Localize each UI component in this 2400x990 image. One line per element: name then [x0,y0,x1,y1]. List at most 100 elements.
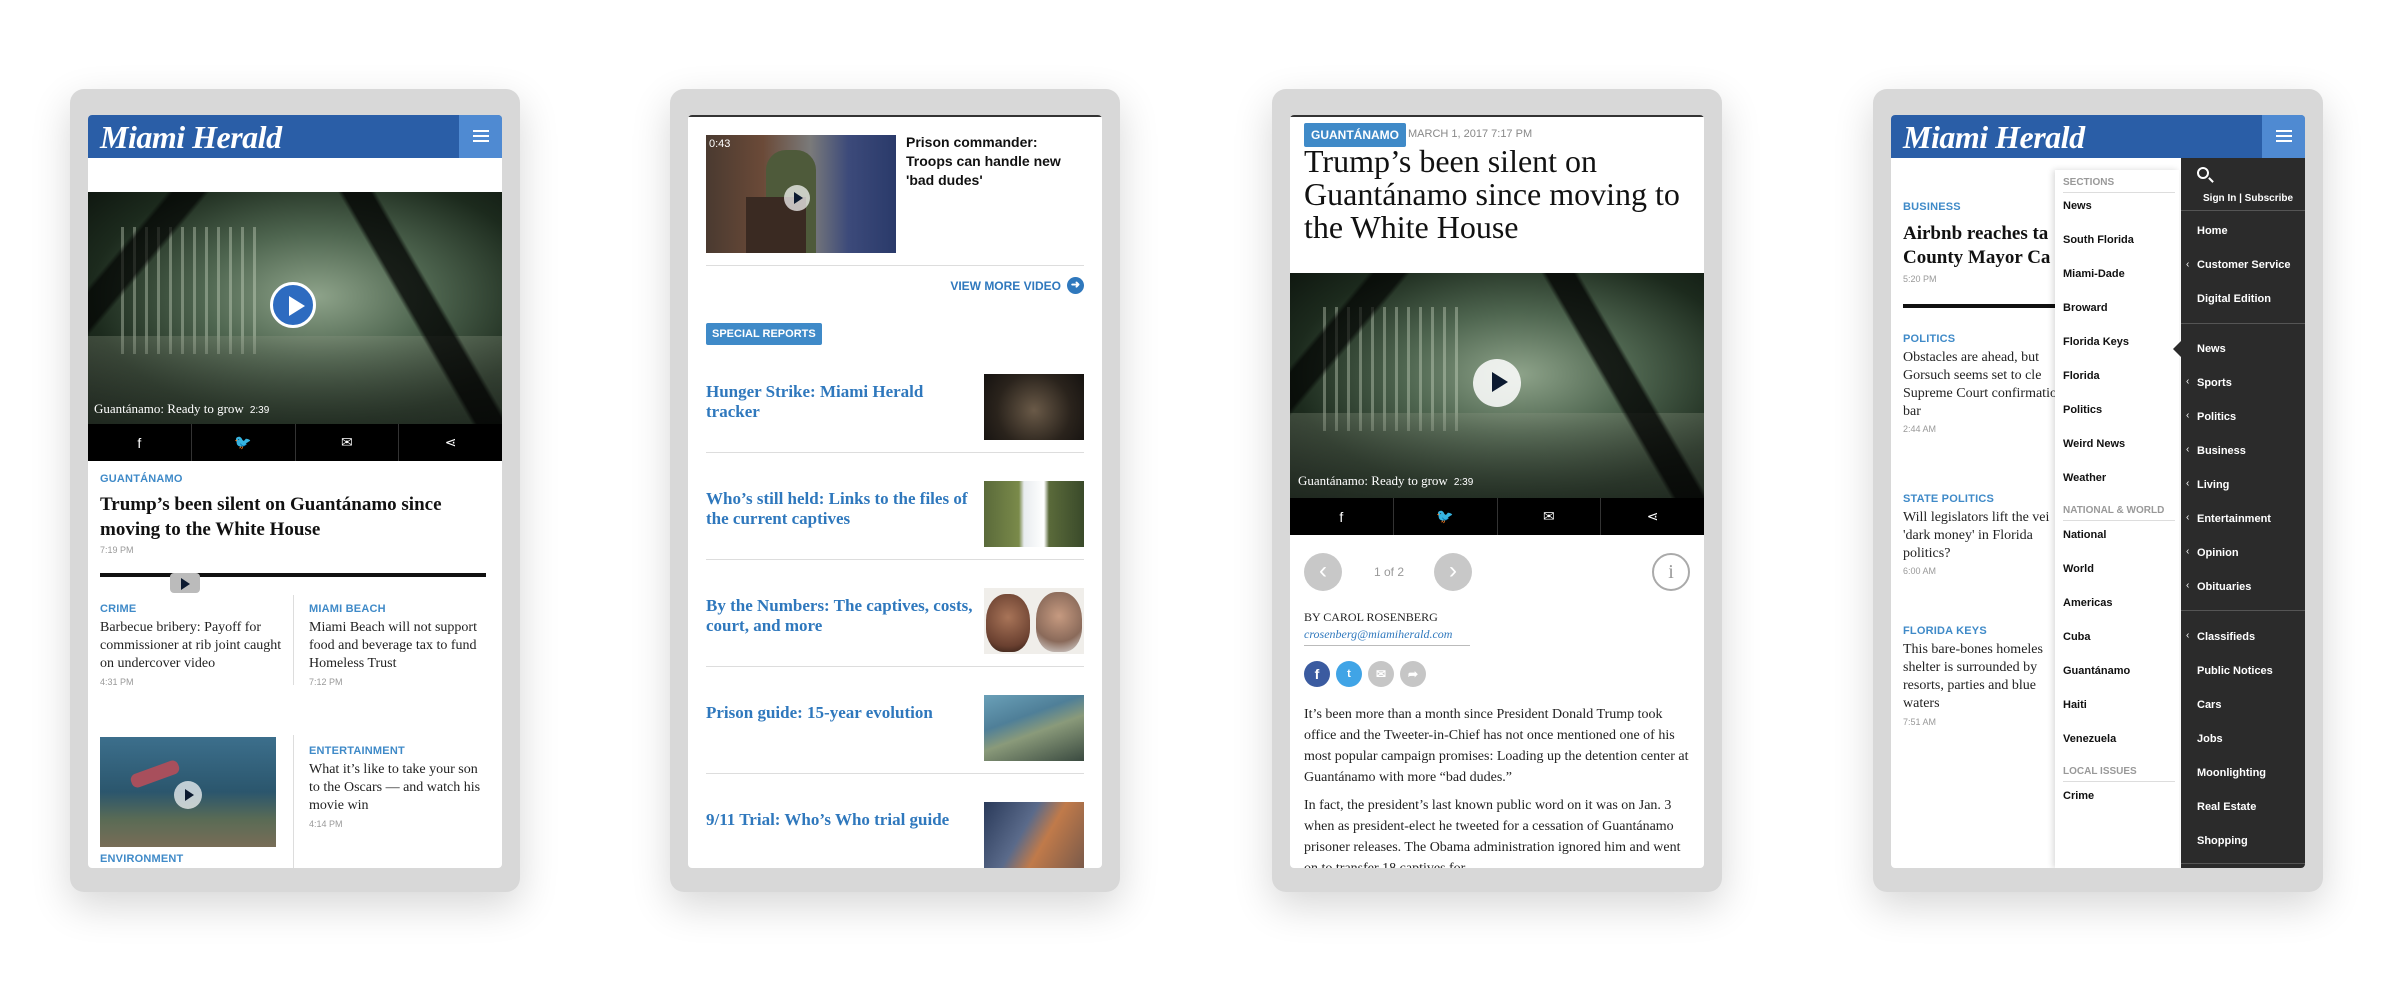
section-link-national[interactable]: National [2063,529,2106,541]
facebook-icon[interactable]: f [88,424,192,461]
story-crime[interactable]: Barbecue bribery: Payoff for commissione… [100,619,285,673]
section-link-cuba[interactable]: Cuba [2063,631,2091,643]
report-hunger-strike[interactable]: Hunger Strike: Miami Herald tracker [706,382,976,422]
section-link-guantanamo[interactable]: Guantánamo [2063,665,2130,677]
section-link-crime[interactable]: Crime [2063,790,2094,802]
section-link-americas[interactable]: Americas [2063,597,2113,609]
report-prison-guide[interactable]: Prison guide: 15-year evolution [706,703,976,723]
story-entertainment-time: 4:14 PM [309,819,343,829]
section-link-politics[interactable]: Politics [2063,404,2102,416]
nav-link-jobs[interactable]: Jobs [2197,733,2223,745]
nav-link-customer-service[interactable]: Customer Service [2197,259,2291,271]
report-whos-still-held[interactable]: Who’s still held: Links to the files of … [706,489,976,529]
view-more-video-link[interactable]: VIEW MORE VIDEO ➜ [950,277,1084,294]
site-logo[interactable]: Miami Herald [100,119,282,156]
sign-in-subscribe-link[interactable]: Sign In | Subscribe [2203,193,2293,204]
story-kicker-environment[interactable]: ENVIRONMENT [100,853,183,865]
video-title-commander[interactable]: Prison commander: Troops can handle new … [906,133,1086,190]
story-kicker-entertainment[interactable]: ENTERTAINMENT [309,745,405,757]
section-link-florida[interactable]: Florida [2063,370,2100,382]
story-entertainment[interactable]: What it’s like to take your son to the O… [309,761,489,815]
nav-link-entertainment[interactable]: Entertainment [2197,513,2271,525]
lead-video[interactable]: Guantánamo: Ready to grow 2:39 [88,192,502,424]
report-by-the-numbers[interactable]: By the Numbers: The captives, costs, cou… [706,596,976,636]
section-link-miami-dade[interactable]: Miami-Dade [2063,268,2125,280]
nav-link-business[interactable]: Business [2197,445,2246,457]
story-kicker-business[interactable]: BUSINESS [1903,201,1961,213]
story-kicker-politics[interactable]: POLITICS [1903,333,1955,345]
section-link-south-florida[interactable]: South Florida [2063,234,2134,246]
share-icon[interactable]: ➦ [1400,661,1426,687]
twitter-icon[interactable]: t [1336,661,1362,687]
section-link-world[interactable]: World [2063,563,2094,575]
story-thumb-diver[interactable] [100,737,276,847]
video-thumb-commander[interactable]: 0:43 [706,135,896,253]
article-video[interactable]: Guantánamo: Ready to grow 2:39 [1290,273,1704,498]
facebook-icon[interactable]: f [1304,661,1330,687]
nav-link-shopping[interactable]: Shopping [2197,835,2248,847]
twitter-icon[interactable]: 🐦 [192,424,296,461]
menu-button[interactable] [2262,115,2305,158]
section-link-weird-news[interactable]: Weird News [2063,438,2125,450]
twitter-icon[interactable]: 🐦 [1394,498,1498,535]
email-icon[interactable]: ✉ [296,424,400,461]
face-right [1036,592,1082,652]
nav-link-real-estate[interactable]: Real Estate [2197,801,2256,813]
menu-button[interactable] [459,115,502,158]
play-icon[interactable] [170,573,200,593]
search-icon[interactable] [2197,167,2209,179]
nav-link-digital-edition[interactable]: Digital Edition [2197,293,2271,305]
story-homeless-shelter[interactable]: This bare-bones homeles shelter is surro… [1903,641,2073,713]
play-icon[interactable] [784,185,810,211]
nav-link-home[interactable]: Home [2197,225,2228,237]
story-miami-beach[interactable]: Miami Beach will not support food and be… [309,619,489,673]
story-kicker-state-politics[interactable]: STATE POLITICS [1903,493,1994,505]
lead-headline[interactable]: Trump’s been silent on Guantánamo since … [100,492,480,542]
nav-link-sports[interactable]: Sports [2197,377,2232,389]
lead-kicker[interactable]: GUANTÁNAMO [100,473,183,485]
email-icon[interactable]: ✉ [1498,498,1602,535]
nav-link-opinion[interactable]: Opinion [2197,547,2239,559]
info-icon[interactable]: i [1652,553,1690,591]
story-kicker-crime[interactable]: CRIME [100,603,136,615]
play-icon[interactable] [174,781,202,809]
report-thumb-trial[interactable] [984,802,1084,868]
section-link-florida-keys[interactable]: Florida Keys [2063,336,2129,348]
nav-link-news[interactable]: News [2197,343,2226,355]
author-email[interactable]: crosenberg@miamiherald.com [1304,627,1470,646]
story-dark-money[interactable]: Will legislators lift the vei 'dark mone… [1903,509,2073,563]
section-link-venezuela[interactable]: Venezuela [2063,733,2116,745]
section-link-broward[interactable]: Broward [2063,302,2108,314]
video-duration: 2:39 [1453,477,1474,488]
share-icon[interactable]: ⋖ [1601,498,1704,535]
prev-slide-button[interactable]: ‹ [1304,553,1342,591]
nav-link-classifieds[interactable]: Classifieds [2197,631,2255,643]
play-icon[interactable] [1473,359,1521,407]
nav-link-moonlighting[interactable]: Moonlighting [2197,767,2266,779]
report-thumb-captive[interactable] [984,481,1084,547]
section-link-haiti[interactable]: Haiti [2063,699,2087,711]
report-911-trial[interactable]: 9/11 Trial: Who’s Who trial guide [706,810,976,830]
report-thumb-faces[interactable] [984,588,1084,654]
site-logo[interactable]: Miami Herald [1903,119,2085,156]
slide-pager: 1 of 2 [1374,565,1405,579]
report-thumb-aerial[interactable] [984,695,1084,761]
video-caption: Guantánamo: Ready to grow 2:39 [94,401,269,417]
email-icon[interactable]: ✉ [1368,661,1394,687]
nav-link-living[interactable]: Living [2197,479,2229,491]
nav-link-politics[interactable]: Politics [2197,411,2236,423]
nav-link-public-notices[interactable]: Public Notices [2197,665,2273,677]
story-kicker-miami-beach[interactable]: MIAMI BEACH [309,603,386,615]
story-gorsuch[interactable]: Obstacles are ahead, but Gorsuch seems s… [1903,349,2073,421]
video-duration: 0:43 [709,138,731,150]
share-icon[interactable]: ⋖ [399,424,502,461]
section-link-news[interactable]: News [2063,200,2092,212]
story-kicker-florida-keys[interactable]: FLORIDA KEYS [1903,625,1987,637]
nav-link-obituaries[interactable]: Obituaries [2197,581,2251,593]
next-slide-button[interactable]: › [1434,553,1472,591]
nav-link-cars[interactable]: Cars [2197,699,2221,711]
section-link-weather[interactable]: Weather [2063,472,2106,484]
report-thumb-hands[interactable] [984,374,1084,440]
facebook-icon[interactable]: f [1290,498,1394,535]
play-icon[interactable] [270,282,316,328]
